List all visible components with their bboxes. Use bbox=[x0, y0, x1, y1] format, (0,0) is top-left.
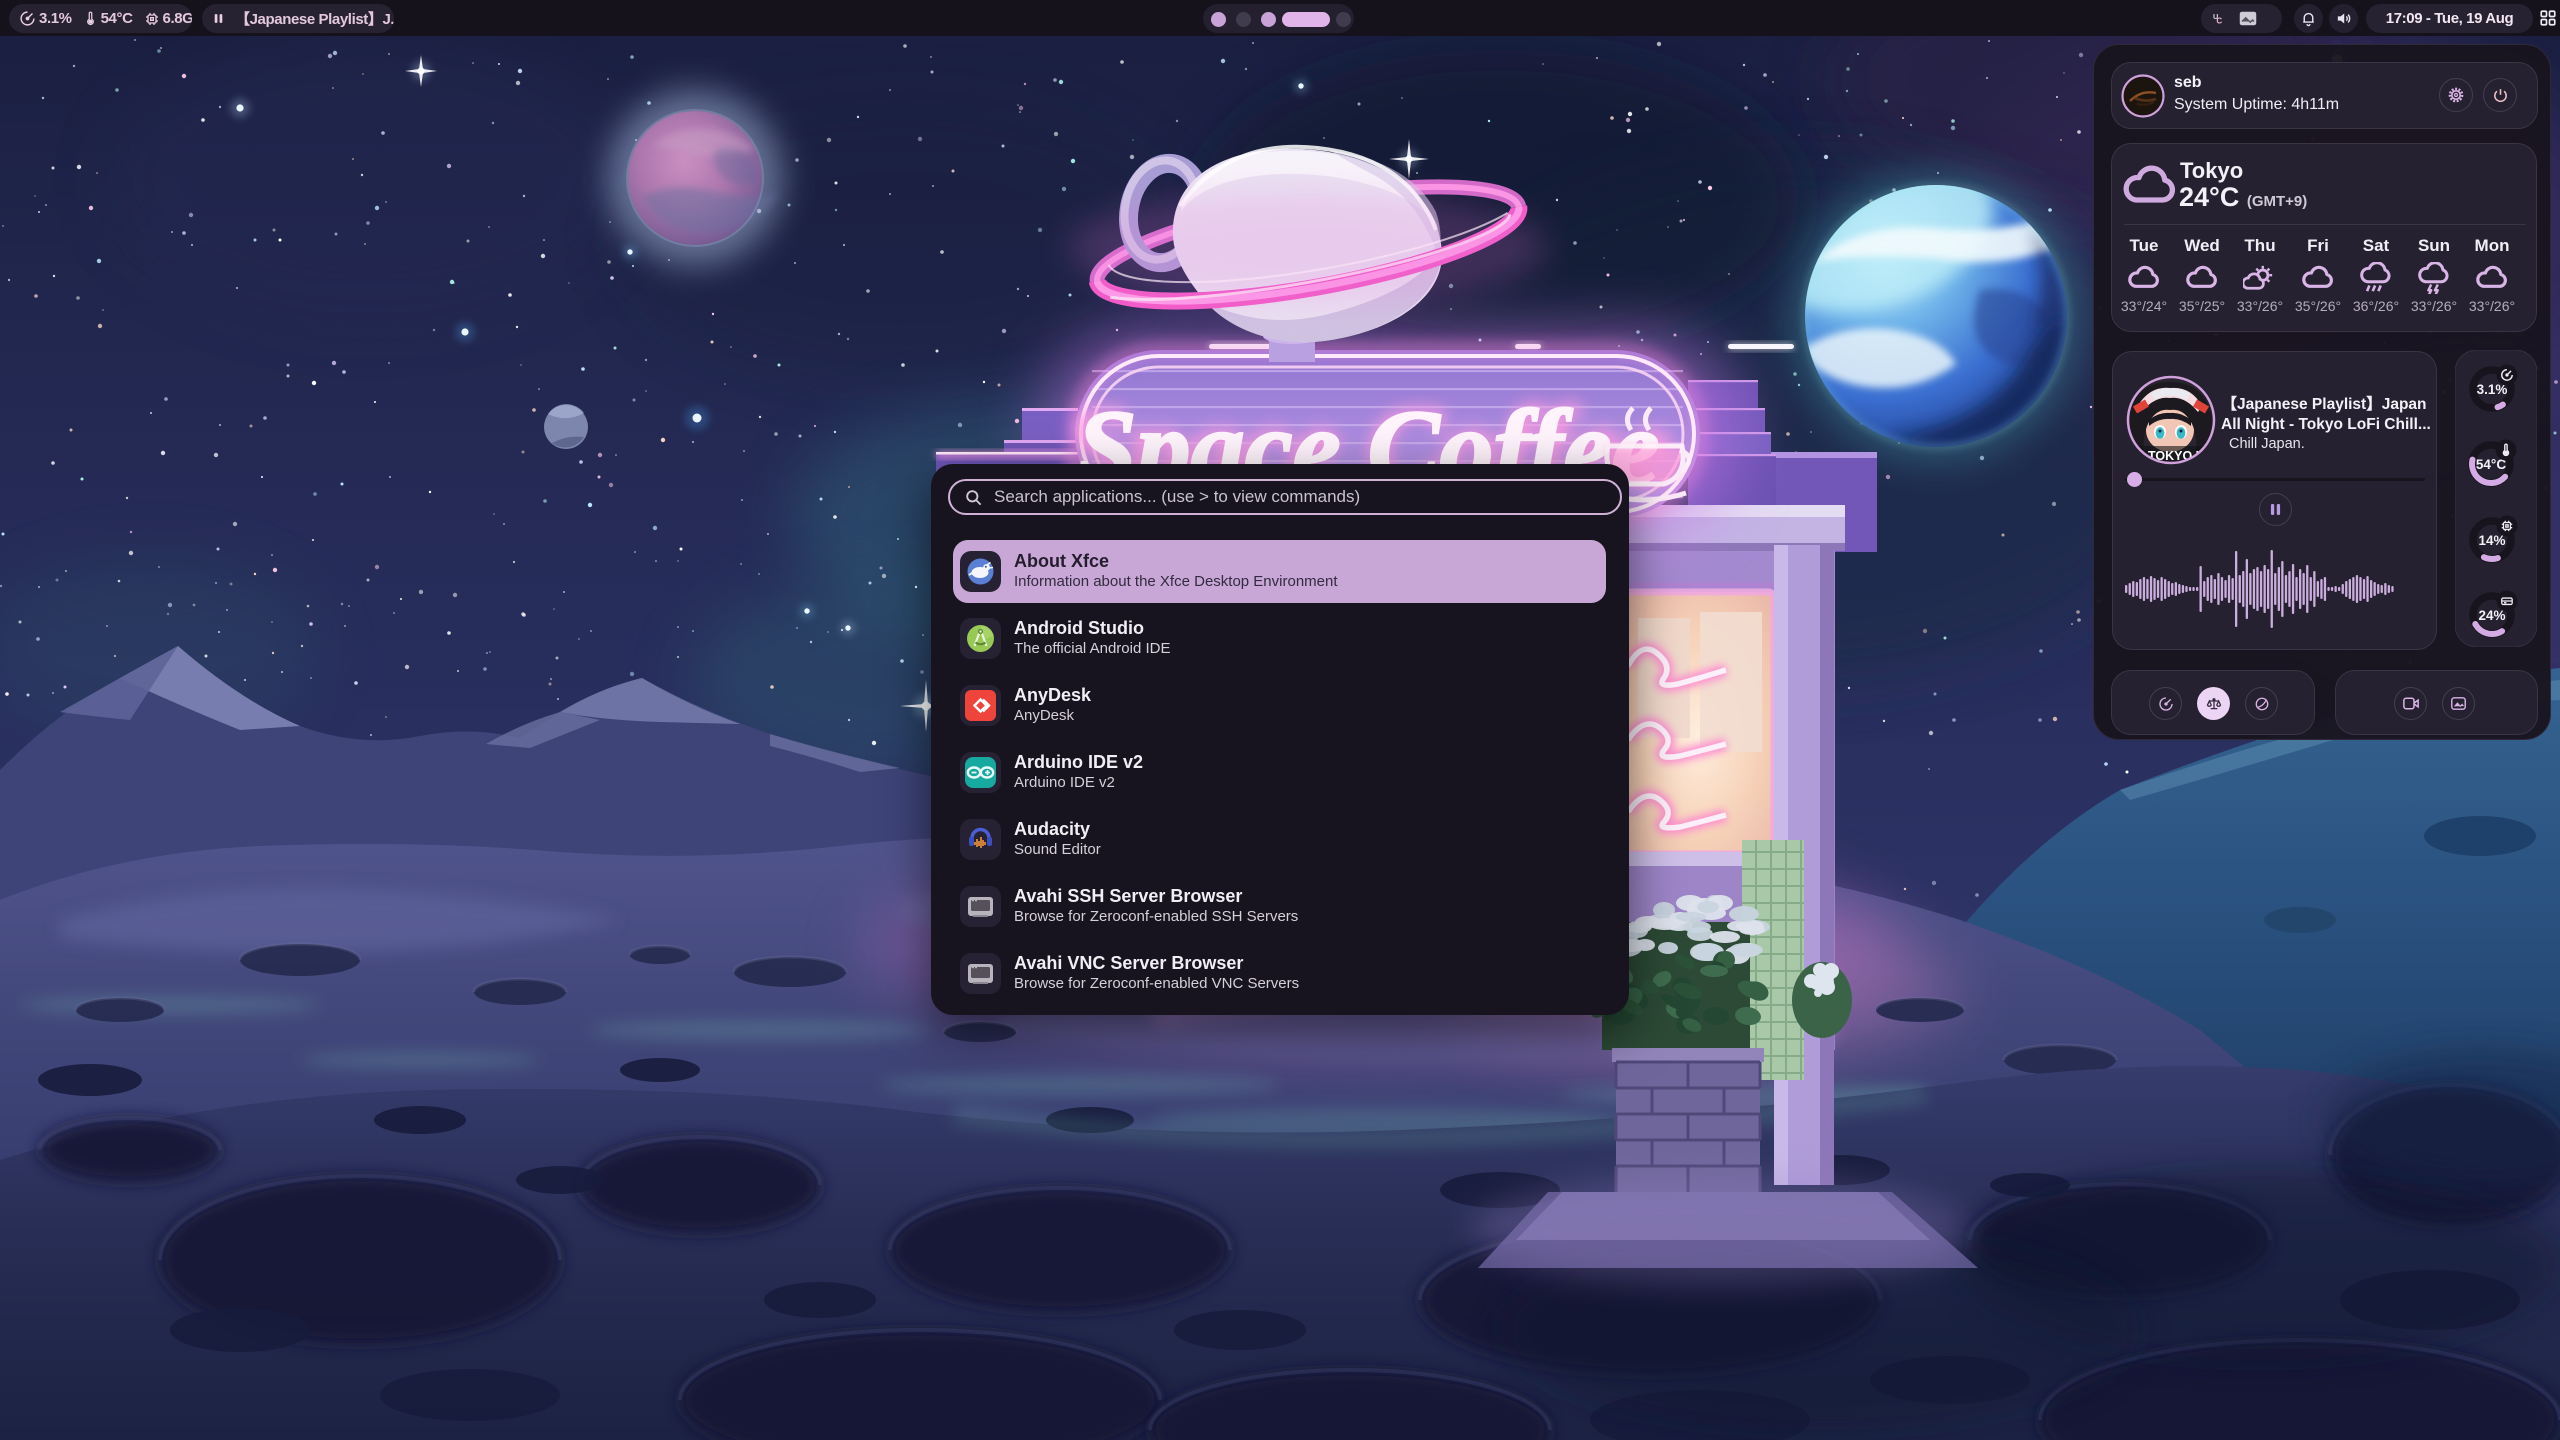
svg-text:24%: 24% bbox=[2478, 608, 2505, 623]
svg-text:C: C bbox=[2216, 16, 2222, 25]
svg-text:14%: 14% bbox=[2478, 533, 2505, 548]
